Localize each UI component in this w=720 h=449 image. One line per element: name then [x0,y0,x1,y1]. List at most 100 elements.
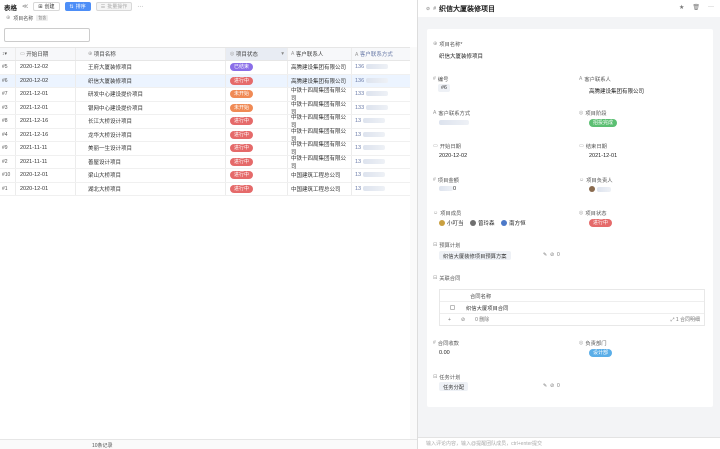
cell-start-date[interactable]: 2020-12-02 [16,61,76,74]
cell-start-date[interactable]: 2021-12-16 [16,128,76,141]
field-start-value[interactable]: 2020-12-02 [439,153,467,159]
cell-start-date[interactable]: 2020-12-01 [16,182,76,195]
collapse-icon[interactable]: ≪ [22,3,28,10]
cell-project-name[interactable]: 长江大桥设计项目 [76,115,226,128]
cell-project-status[interactable]: 进行中 [226,169,288,182]
chevron-down-icon[interactable]: ▾ [281,51,284,57]
cell-project-status[interactable]: 进行中 [226,142,288,155]
batch-action-button[interactable]: ☰ 批量操作 [95,2,133,11]
cell-client-contact[interactable]: 中铁十四局集团有限公司 [288,88,352,102]
sort-button[interactable]: ⇅ 排序 [64,2,91,11]
cell-project-name[interactable]: 湖北大桥项目 [76,182,226,195]
cell-start-date[interactable]: 2021-12-01 [16,88,76,101]
table-row[interactable]: #1 2020-12-01 湖北大桥项目 进行中 中国建筑工程总公司 13 [0,182,417,196]
delete-icon[interactable]: 0 删除 [475,316,489,323]
create-button[interactable]: ⊞ 创建 [33,2,60,11]
horizontal-scroll-area[interactable] [410,47,417,439]
cell-client-phone[interactable]: 13 [352,145,417,151]
field-members-value[interactable]: 小叮当 曾玲森 南方恒 [439,219,531,228]
field-stage-value[interactable]: 招投完成 [589,119,618,127]
more-icon[interactable]: ··· [137,4,143,10]
cell-project-name[interactable]: 王府大厦装修项目 [76,61,226,74]
cell-client-contact[interactable]: 中国建筑工程总公司 [288,182,352,195]
cell-project-status[interactable]: 未开始 [226,88,288,101]
cell-project-status[interactable]: 已结束 [226,61,288,74]
table-row[interactable]: #2 2021-11-11 善屋设计项目 进行中 中铁十四局集团有限公司 13 [0,155,417,170]
cell-client-phone[interactable]: 13 [352,132,417,138]
field-phone-value[interactable] [439,120,469,126]
cell-client-phone[interactable]: 133 [352,105,417,111]
row-checkbox[interactable] [450,305,455,310]
field-name-value[interactable]: 织信大厦装修项目 [439,52,483,60]
field-amount-value[interactable]: 0 [439,186,456,192]
cell-project-status[interactable]: 进行中 [226,74,288,87]
cell-client-contact[interactable]: 中铁十四局集团有限公司 [288,155,352,170]
cell-client-phone[interactable]: 13 [352,172,417,178]
field-dept-value[interactable]: 设计部 [589,349,613,357]
table-row[interactable]: #5 2020-12-02 王府大厦装修项目 已结束 高腾建设集团有限公司 136 [0,61,417,75]
cell-project-name[interactable]: 梁山大桥项目 [76,169,226,182]
cell-project-name[interactable]: 银网中心建设提价项目 [76,101,226,114]
cell-project-name[interactable]: 龙华大桥设计项目 [76,128,226,141]
comment-input[interactable]: 输入评论内容，输入@提醒团队成员，ctrl+enter提交 [418,437,720,449]
header-client-contact[interactable]: A 客户联系人 [288,48,352,60]
cell-client-contact[interactable]: 中铁十四局集团有限公司 [288,115,352,129]
header-start-date[interactable]: ▭ 开始日期 [16,48,76,60]
cell-project-name[interactable]: 织信大厦装修项目 [76,74,226,87]
cell-client-phone[interactable]: 133 [352,91,417,97]
task-link-chip[interactable]: 任务分配 [439,382,469,391]
table-row[interactable]: #10 2020-12-01 梁山大桥项目 进行中 中国建筑工程总公司 13 [0,169,417,183]
cell-client-phone[interactable]: 136 [352,78,417,84]
header-client-phone[interactable]: A 客户联系方式 [352,50,417,58]
table-row[interactable]: #8 2021-12-16 长江大桥设计项目 进行中 中铁十四局集团有限公司 13 [0,115,417,129]
delete-icon[interactable]: 🗑 [692,4,700,11]
cell-project-name[interactable]: 美丽一生设计项目 [76,142,226,155]
filter-operator-tag[interactable]: 包含 [36,15,49,21]
header-project-name[interactable]: ⊕ 项目名称 [76,48,226,60]
table-row[interactable]: #7 2021-12-01 研发中心建设提价项目 未开始 中铁十四局集团有限公司 133 [0,88,417,102]
edit-icon[interactable]: ✎ [543,252,547,258]
cell-start-date[interactable]: 2021-11-11 [16,155,76,168]
cell-start-date[interactable]: 2021-12-16 [16,115,76,128]
cell-start-date[interactable]: 2020-12-01 [16,169,76,182]
filter-input[interactable] [4,28,90,42]
cell-client-contact[interactable]: 中铁十四局集团有限公司 [288,128,352,143]
cell-project-status[interactable]: 进行中 [226,128,288,141]
cell-start-date[interactable]: 2021-12-01 [16,101,76,114]
cell-start-date[interactable]: 2020-12-02 [16,74,76,87]
add-icon[interactable]: + [448,317,451,323]
cell-client-phone[interactable]: 136 [352,64,417,70]
table-row[interactable]: #6 2020-12-02 织信大厦装修项目 进行中 高腾建设集团有限公司 136 [0,74,417,88]
expand-icon[interactable]: ⤢ 1 合同明细 [670,316,700,323]
field-receivable-value[interactable]: 0.00 [439,350,450,356]
table-row[interactable]: #3 2021-12-01 银网中心建设提价项目 未开始 中铁十四局集团有限公司 133 [0,101,417,116]
unlink-icon[interactable]: ⊘ [550,383,554,389]
cell-client-phone[interactable]: 13 [352,118,417,124]
cell-client-contact[interactable]: 高腾建设集团有限公司 [288,61,352,74]
cell-client-contact[interactable]: 高腾建设集团有限公司 [288,74,352,87]
cell-project-name[interactable]: 善屋设计项目 [76,155,226,168]
cell-client-phone[interactable]: 13 [352,186,417,192]
field-status-value[interactable]: 进行中 [589,219,613,227]
cell-client-contact[interactable]: 中国建筑工程总公司 [288,169,352,182]
field-manager-value[interactable] [589,186,611,192]
link-icon[interactable]: ⊘ [426,6,430,12]
cell-client-contact[interactable]: 中铁十四局集团有限公司 [288,101,352,116]
cell-client-contact[interactable]: 中铁十四局集团有限公司 [288,142,352,156]
budget-link-chip[interactable]: 织信大厦装修项目预算方案 [439,251,511,260]
cell-project-status[interactable]: 进行中 [226,155,288,168]
edit-icon[interactable]: ✎ [543,383,547,389]
cell-client-phone[interactable]: 13 [352,159,417,165]
table-row[interactable]: #4 2021-12-16 龙华大桥设计项目 进行中 中铁十四局集团有限公司 13 [0,128,417,143]
more-icon[interactable]: ··· [708,4,714,11]
field-contact-value[interactable]: 高腾建设集团有限公司 [589,87,644,95]
link-icon[interactable]: ⊘ [461,317,465,323]
cell-project-status[interactable]: 未开始 [226,101,288,114]
unlink-icon[interactable]: ⊘ [550,252,554,258]
cell-project-status[interactable]: 进行中 [226,115,288,128]
cell-start-date[interactable]: 2021-11-11 [16,142,76,155]
subtable-row[interactable]: 织信大厦项目合同 [440,302,704,314]
cell-project-name[interactable]: 研发中心建设提价项目 [76,88,226,101]
table-row[interactable]: #9 2021-11-11 美丽一生设计项目 进行中 中铁十四局集团有限公司 13 [0,142,417,156]
cell-project-status[interactable]: 进行中 [226,182,288,195]
